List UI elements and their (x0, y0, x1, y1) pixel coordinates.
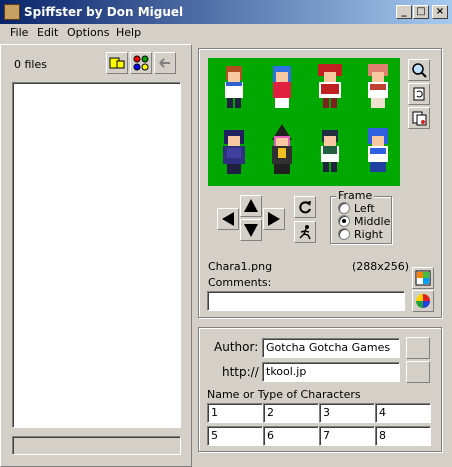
frame-legend: Frame (336, 189, 375, 202)
open-folder-button[interactable] (106, 52, 128, 74)
character-field-3[interactable]: 3 (319, 403, 375, 423)
file-count: 0 files (14, 58, 47, 71)
color-wheel-icon (416, 294, 430, 308)
maximize-icon[interactable]: □ (413, 5, 429, 19)
right-arrow-icon (268, 212, 280, 226)
back-icon (159, 58, 170, 68)
author-button[interactable] (406, 337, 430, 359)
frame-left-radio[interactable] (338, 202, 350, 214)
menu-edit[interactable]: Edit (33, 24, 62, 42)
window-title: Spiffster by Don Miguel (24, 5, 184, 19)
frame-left-option[interactable]: Left (338, 202, 390, 215)
frame-left-label: Left (354, 202, 375, 215)
character-field-4[interactable]: 4 (375, 403, 431, 423)
menu-file[interactable]: File (6, 24, 32, 42)
back-button[interactable] (154, 52, 176, 74)
frame-middle-radio[interactable] (338, 215, 350, 227)
frame-middle-label: Middle (354, 215, 391, 228)
grid-icon (415, 270, 431, 286)
copy-button[interactable] (408, 107, 430, 129)
menu-options[interactable]: Options (63, 24, 113, 42)
comments-input[interactable] (207, 291, 405, 311)
character-field-7[interactable]: 7 (319, 426, 375, 446)
characters-label: Name or Type of Characters (207, 388, 361, 401)
character-field-2[interactable]: 2 (263, 403, 319, 423)
grid-button[interactable] (412, 267, 434, 289)
frame-right-option[interactable]: Right (338, 228, 390, 241)
menu-help[interactable]: Help (112, 24, 145, 42)
animate-button[interactable] (294, 221, 316, 243)
title-bar: Spiffster by Don Miguel _ □ × (0, 0, 452, 24)
close-icon[interactable]: × (432, 5, 448, 19)
palette-icon (133, 55, 149, 71)
rotate-icon (299, 201, 311, 214)
file-dimensions: (288x256) (352, 260, 410, 273)
zoom-button[interactable] (408, 59, 430, 81)
character-field-8[interactable]: 8 (375, 426, 431, 446)
frame-middle-option[interactable]: Middle (338, 215, 390, 228)
frame-right-label: Right (354, 228, 383, 241)
character-sprites (223, 64, 388, 174)
app-icon (4, 4, 20, 20)
minimize-icon[interactable]: _ (396, 5, 412, 19)
file-name: Chara1.png (208, 260, 273, 273)
left-arrow-icon (222, 212, 234, 226)
zoom-icon (412, 63, 427, 78)
open-folder-icon (109, 57, 125, 69)
character-field-5[interactable]: 5 (207, 426, 263, 446)
left-arrow-button[interactable] (217, 208, 239, 230)
sprite-preview (208, 58, 400, 186)
down-arrow-icon (244, 224, 258, 237)
url-button[interactable] (406, 361, 430, 383)
palette-button[interactable] (130, 52, 152, 74)
rotate-button[interactable] (294, 196, 316, 218)
color-button[interactable] (412, 290, 434, 312)
character-field-1[interactable]: 1 (207, 403, 263, 423)
frame-right-radio[interactable] (338, 228, 350, 240)
right-arrow-button[interactable] (263, 208, 285, 230)
up-arrow-button[interactable] (240, 195, 262, 217)
refresh-button[interactable] (408, 83, 430, 105)
status-bar (12, 436, 181, 455)
character-field-6[interactable]: 6 (263, 426, 319, 446)
copy-icon (412, 111, 427, 126)
down-arrow-button[interactable] (240, 219, 262, 241)
author-input[interactable]: Gotcha Gotcha Games (262, 338, 400, 358)
file-list[interactable] (12, 82, 181, 428)
up-arrow-icon (244, 199, 258, 212)
refresh-icon (413, 87, 425, 101)
comments-label: Comments: (208, 276, 272, 289)
url-input[interactable]: tkool.jp (262, 362, 400, 382)
author-label: Author: (214, 340, 259, 354)
walk-icon (299, 225, 311, 240)
url-label: http:// (222, 365, 259, 379)
